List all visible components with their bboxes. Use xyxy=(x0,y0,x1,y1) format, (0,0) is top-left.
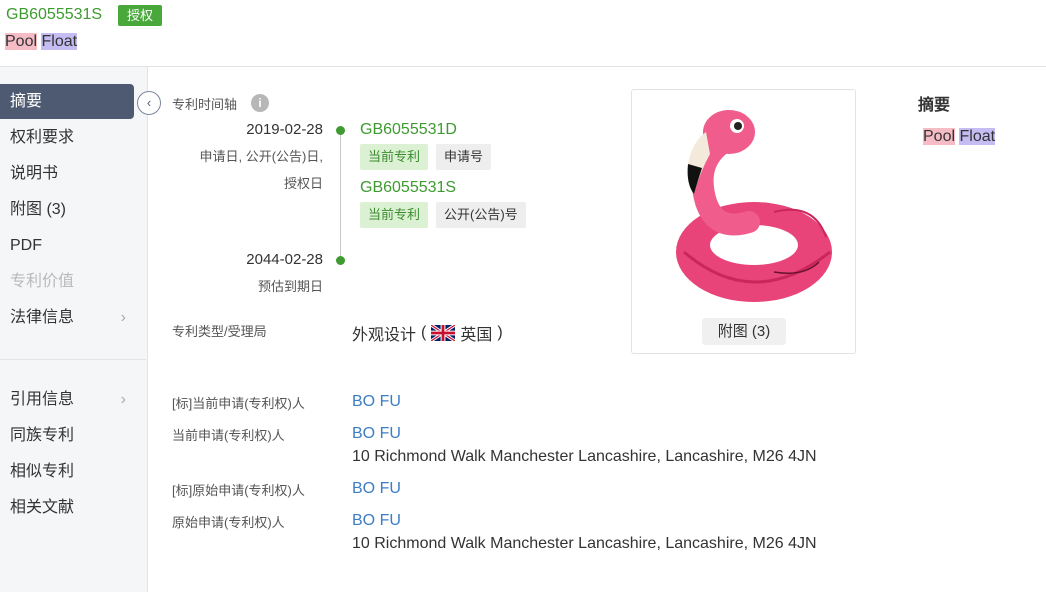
abstract-title: 摘要 xyxy=(918,97,951,114)
sidebar-item-similar[interactable]: 相似专利 xyxy=(0,454,134,489)
page-header: GB6055531S 授权 Pool Float xyxy=(0,0,1046,67)
status-badge: 授权 xyxy=(118,5,163,26)
sidebar-divider xyxy=(0,359,146,360)
uk-flag-icon xyxy=(431,325,456,341)
timeline-dot xyxy=(336,126,345,135)
sidebar-item-label: 专利价值 xyxy=(10,273,75,290)
sidebar-item-abstract[interactable]: 摘要 xyxy=(0,84,134,119)
date-sublabel: 申请日, 公开(公告)日, xyxy=(199,149,324,164)
sidebar-item-label: 说明书 xyxy=(10,165,59,182)
applicant-address: 10 Richmond Walk Manchester Lancashire, … xyxy=(352,535,817,552)
applicant-name-link[interactable]: BO FU xyxy=(352,393,401,411)
sidebar-item-family[interactable]: 同族专利 xyxy=(0,418,134,453)
publication-number-link[interactable]: GB6055531S xyxy=(360,179,456,197)
sidebar-item-label: 相似专利 xyxy=(10,463,75,480)
applicant-name-link[interactable]: BO FU xyxy=(352,512,401,530)
chevron-right-icon: › xyxy=(120,309,126,326)
country-text: 英国 xyxy=(460,327,493,344)
sidebar-item-description[interactable]: 说明书 xyxy=(0,156,134,191)
patent-number[interactable]: GB6055531S xyxy=(6,6,102,24)
collapse-sidebar-button[interactable]: ‹ xyxy=(137,91,161,115)
sidebar-item-claims[interactable]: 权利要求 xyxy=(0,120,134,155)
expiry-sublabel: 预估到期日 xyxy=(257,279,323,294)
title-word-pool: Pool xyxy=(5,33,38,50)
current-patent-tag: 当前专利 xyxy=(360,202,429,228)
abstract-word-pool: Pool xyxy=(923,128,956,145)
applicant-name-link[interactable]: BO FU xyxy=(352,425,401,443)
timeline-label: 专利时间轴 xyxy=(172,97,238,112)
number-type-tag: 公开(公告)号 xyxy=(436,202,526,228)
patent-type-label: 专利类型/受理局 xyxy=(172,324,267,339)
expiry-date: 2044-02-28 xyxy=(246,251,323,268)
sidebar-item-label: 相关文献 xyxy=(10,499,75,516)
info-icon[interactable]: i xyxy=(251,94,269,112)
sidebar-item-label: 法律信息 xyxy=(10,309,75,326)
sidebar-item-label: 摘要 xyxy=(10,93,43,110)
title-word-float: Float xyxy=(41,33,78,50)
abstract-text: Pool Float xyxy=(923,128,996,146)
flamingo-float-image[interactable] xyxy=(654,102,834,312)
date-sublabel: 授权日 xyxy=(283,176,323,191)
applicant-label: 原始申请(专利权)人 xyxy=(172,515,285,530)
applicant-label: [标]原始申请(专利权)人 xyxy=(172,483,305,498)
sidebar-item-label: PDF xyxy=(10,237,42,254)
number-type-tag: 申请号 xyxy=(436,144,492,170)
applicant-name-link[interactable]: BO FU xyxy=(352,480,401,498)
timeline-dot xyxy=(336,256,345,265)
current-patent-tag: 当前专利 xyxy=(360,144,429,170)
sidebar-item-related-docs[interactable]: 相关文献 xyxy=(0,490,134,525)
sidebar-item-patent-value: 专利价值 xyxy=(0,264,134,299)
application-number-link[interactable]: GB6055531D xyxy=(360,121,457,139)
chevron-right-icon: › xyxy=(120,391,126,408)
timeline-line xyxy=(340,131,341,261)
page-title: Pool Float xyxy=(5,33,78,51)
chevron-left-icon: ‹ xyxy=(146,95,152,110)
sidebar-item-pdf[interactable]: PDF xyxy=(0,228,134,263)
sidebar: 摘要 权利要求 说明书 附图 (3) PDF 专利价值 法律信息 › 引用信息 › … xyxy=(0,67,148,592)
sidebar-item-figures[interactable]: 附图 (3) xyxy=(0,192,134,227)
sidebar-item-label: 同族专利 xyxy=(10,427,75,444)
abstract-word-float: Float xyxy=(959,128,996,145)
applicant-address: 10 Richmond Walk Manchester Lancashire, … xyxy=(352,448,817,465)
sidebar-item-citations[interactable]: 引用信息 › xyxy=(0,382,134,417)
patent-type-text: 外观设计 xyxy=(352,327,417,344)
figures-button[interactable]: 附图 (3) xyxy=(702,318,786,345)
sidebar-item-label: 引用信息 xyxy=(10,391,75,408)
sidebar-item-label: 权利要求 xyxy=(10,129,75,146)
applicant-label: [标]当前申请(专利权)人 xyxy=(172,396,305,411)
sidebar-item-legal-info[interactable]: 法律信息 › xyxy=(0,300,134,335)
sidebar-item-label: 附图 (3) xyxy=(10,201,67,218)
patent-type-value: 外观设计 ( 英国 ) xyxy=(352,321,503,345)
applicant-label: 当前申请(专利权)人 xyxy=(172,428,285,443)
application-date: 2019-02-28 xyxy=(246,121,323,138)
figure-card[interactable]: 附图 (3) xyxy=(631,89,856,354)
